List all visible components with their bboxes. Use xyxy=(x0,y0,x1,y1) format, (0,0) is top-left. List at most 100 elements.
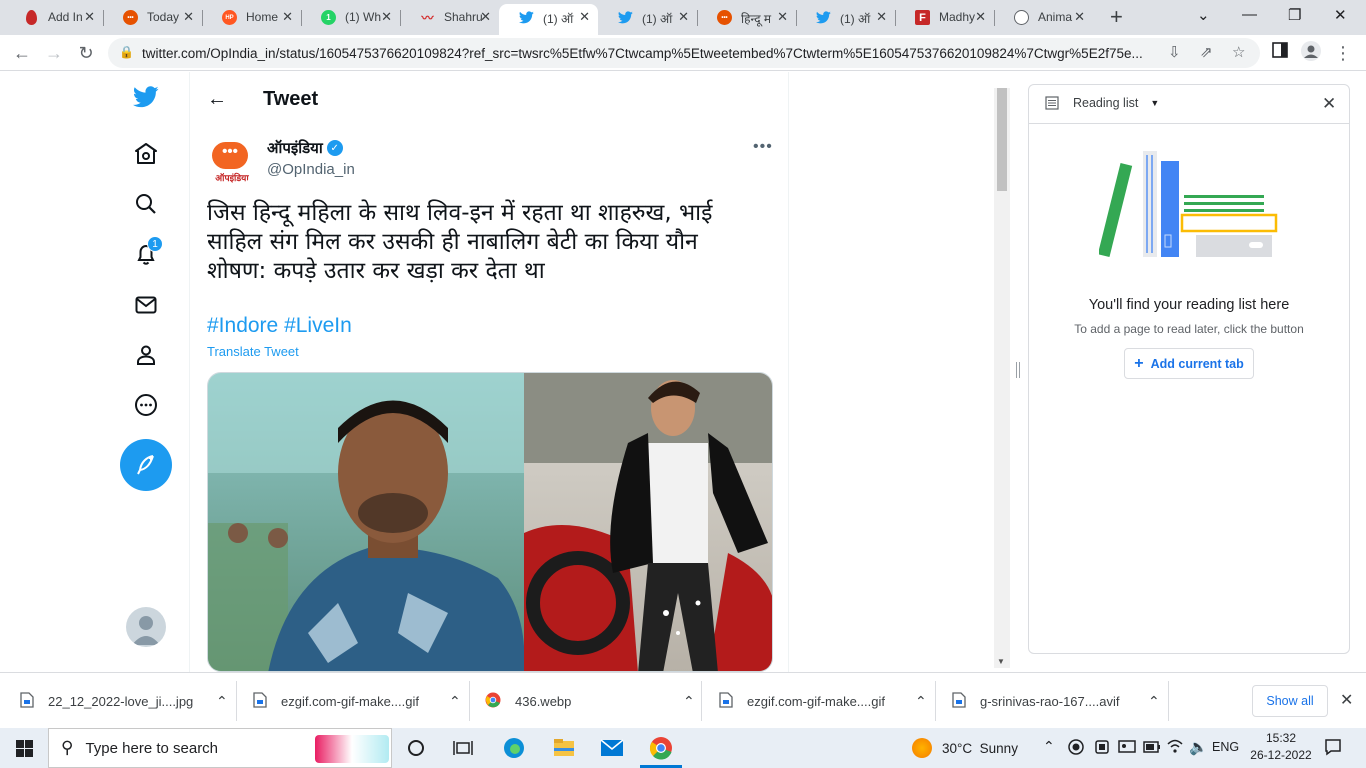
windows-start-icon[interactable] xyxy=(12,736,36,760)
clock-time[interactable]: 15:32 xyxy=(1250,731,1312,745)
download-chevron-icon[interactable]: ⌃ xyxy=(449,693,461,710)
scroll-down-arrow-icon[interactable]: ▼ xyxy=(997,657,1005,666)
tab-close-icon[interactable]: ✕ xyxy=(1074,9,1085,25)
task-view-icon[interactable] xyxy=(451,736,475,760)
browser-tab[interactable]: Add In ✕ xyxy=(4,4,103,31)
author-avatar[interactable]: ••• ऑपइंडिया xyxy=(208,138,256,186)
download-item[interactable]: g-srinivas-rao-167....avif ⌃ xyxy=(952,690,1162,712)
home-icon[interactable] xyxy=(133,141,159,167)
back-arrow-icon[interactable]: ← xyxy=(207,88,227,111)
tab-close-icon[interactable]: ✕ xyxy=(282,9,293,25)
messages-mail-icon[interactable] xyxy=(133,292,159,318)
dropdown-caret-icon[interactable]: ▼ xyxy=(1150,98,1159,108)
edge-browser-icon[interactable] xyxy=(502,736,526,760)
browser-tab[interactable]: (1) ऑ ✕ xyxy=(796,4,895,31)
clock-date[interactable]: 26-12-2022 xyxy=(1245,748,1317,762)
explore-search-icon[interactable] xyxy=(133,191,159,217)
download-chevron-icon[interactable]: ⌃ xyxy=(683,693,695,710)
compose-tweet-button[interactable] xyxy=(120,439,172,491)
tab-close-icon[interactable]: ✕ xyxy=(183,9,194,25)
scrollbar-thumb[interactable] xyxy=(997,88,1007,191)
url-text[interactable]: twitter.com/OpIndia_in/status/1605475376… xyxy=(142,46,1142,61)
tray-display-icon[interactable] xyxy=(1118,739,1136,760)
address-bar[interactable]: 🔒 twitter.com/OpIndia_in/status/16054753… xyxy=(108,38,1260,68)
download-item[interactable]: ezgif.com-gif-make....gif ⌃ xyxy=(719,690,929,712)
chrome-icon[interactable] xyxy=(649,736,673,760)
tab-close-icon[interactable]: ✕ xyxy=(678,9,689,25)
tray-chevron-icon[interactable]: ⌃ xyxy=(1043,738,1055,755)
hashtag-indore[interactable]: #Indore xyxy=(207,314,278,337)
tab-separator xyxy=(697,10,698,26)
more-options-icon[interactable]: ••• xyxy=(753,138,773,156)
back-icon[interactable]: ← xyxy=(12,43,32,64)
notifications-center-icon[interactable] xyxy=(1324,738,1342,761)
profile-icon[interactable] xyxy=(1301,41,1321,66)
close-panel-icon[interactable]: ✕ xyxy=(1322,94,1336,114)
tab-close-icon[interactable]: ✕ xyxy=(84,9,95,25)
browser-tab[interactable]: ••• Today ✕ xyxy=(103,4,202,31)
file-explorer-icon[interactable] xyxy=(552,736,576,760)
download-item[interactable]: 436.webp ⌃ xyxy=(485,690,695,712)
panel-resize-handle[interactable] xyxy=(1016,362,1020,378)
bookmark-star-icon[interactable]: ☆ xyxy=(1232,43,1245,61)
tab-close-icon[interactable]: ✕ xyxy=(777,9,788,25)
account-avatar[interactable] xyxy=(126,607,166,647)
empty-state-heading: You'll find your reading list here xyxy=(1088,297,1290,313)
reload-icon[interactable]: ↻ xyxy=(76,43,96,64)
wifi-icon[interactable] xyxy=(1166,738,1184,759)
add-current-tab-label: Add current tab xyxy=(1150,356,1244,371)
minimize-icon[interactable]: — xyxy=(1242,6,1257,23)
tweet-image[interactable] xyxy=(207,372,773,672)
tab-search-chevron-icon[interactable]: ⌄ xyxy=(1197,6,1210,24)
hashtag-livein[interactable]: #LiveIn xyxy=(284,314,352,337)
install-icon[interactable]: ⇩ xyxy=(1168,43,1181,61)
more-circle-icon[interactable] xyxy=(133,392,159,418)
translate-tweet-link[interactable]: Translate Tweet xyxy=(207,344,299,359)
taskbar-search-box[interactable]: ⚲ Type here to search xyxy=(48,728,392,768)
download-item[interactable]: 22_12_2022-love_ji....jpg ⌃ xyxy=(20,690,230,712)
profile-person-icon[interactable] xyxy=(133,342,159,368)
tab-close-icon[interactable]: ✕ xyxy=(975,9,986,25)
mail-app-icon[interactable] xyxy=(600,736,624,760)
weather-widget[interactable]: 30°C Sunny xyxy=(912,738,1018,758)
page-scrollbar[interactable]: ▼ xyxy=(994,88,1010,668)
tab-close-icon[interactable]: ✕ xyxy=(876,9,887,25)
download-chevron-icon[interactable]: ⌃ xyxy=(216,693,228,710)
volume-icon[interactable]: 🔈 xyxy=(1189,738,1208,756)
download-item[interactable]: ezgif.com-gif-make....gif ⌃ xyxy=(253,690,463,712)
browser-tab[interactable]: (1) ऑ ✕ xyxy=(598,4,697,31)
input-language[interactable]: ENG xyxy=(1212,740,1239,754)
menu-icon[interactable]: ⋮ xyxy=(1333,43,1353,64)
maximize-icon[interactable]: ❐ xyxy=(1288,6,1301,24)
add-current-tab-button[interactable]: + Add current tab xyxy=(1124,348,1254,379)
notifications-bell-icon[interactable]: 1 xyxy=(133,236,163,267)
download-chevron-icon[interactable]: ⌃ xyxy=(1148,693,1160,710)
browser-tab[interactable]: HP Home ✕ xyxy=(202,4,301,31)
tab-close-icon[interactable]: ✕ xyxy=(381,9,392,25)
close-download-shelf-icon[interactable]: ✕ xyxy=(1340,690,1353,710)
battery-icon[interactable] xyxy=(1143,740,1161,759)
browser-tab[interactable]: 〰 Shahru ✕ xyxy=(400,4,499,31)
new-tab-plus-icon[interactable]: + xyxy=(1110,4,1123,30)
twitter-logo-icon[interactable] xyxy=(133,84,159,110)
author-handle[interactable]: @OpIndia_in xyxy=(267,161,355,178)
browser-tab[interactable]: ••• हिन्दू म ✕ xyxy=(697,4,796,31)
tab-close-icon[interactable]: ✕ xyxy=(579,9,590,25)
cortana-circle-icon[interactable] xyxy=(404,736,428,760)
tray-device-icon[interactable] xyxy=(1094,739,1110,760)
tab-close-icon[interactable]: ✕ xyxy=(480,9,491,25)
lock-icon: 🔒 xyxy=(119,45,134,59)
tray-record-icon[interactable] xyxy=(1068,739,1084,760)
share-icon[interactable]: ⇗ xyxy=(1200,43,1213,61)
side-panel-icon[interactable] xyxy=(1270,42,1290,63)
download-chevron-icon[interactable]: ⌃ xyxy=(915,693,927,710)
browser-tab[interactable]: (1) ऑ ✕ xyxy=(499,4,598,35)
browser-tab[interactable]: Anima ✕ xyxy=(994,4,1093,31)
author-name[interactable]: ऑपइंडिया ✓ xyxy=(267,138,343,158)
show-all-downloads-button[interactable]: Show all xyxy=(1252,685,1328,717)
forward-icon[interactable]: → xyxy=(44,43,64,64)
browser-tab[interactable]: F Madhy ✕ xyxy=(895,4,994,31)
reading-list-header[interactable]: Reading list ▼ xyxy=(1045,96,1159,110)
browser-tab[interactable]: 1 (1) Wh ✕ xyxy=(301,4,400,31)
window-close-icon[interactable]: ✕ xyxy=(1334,6,1347,24)
